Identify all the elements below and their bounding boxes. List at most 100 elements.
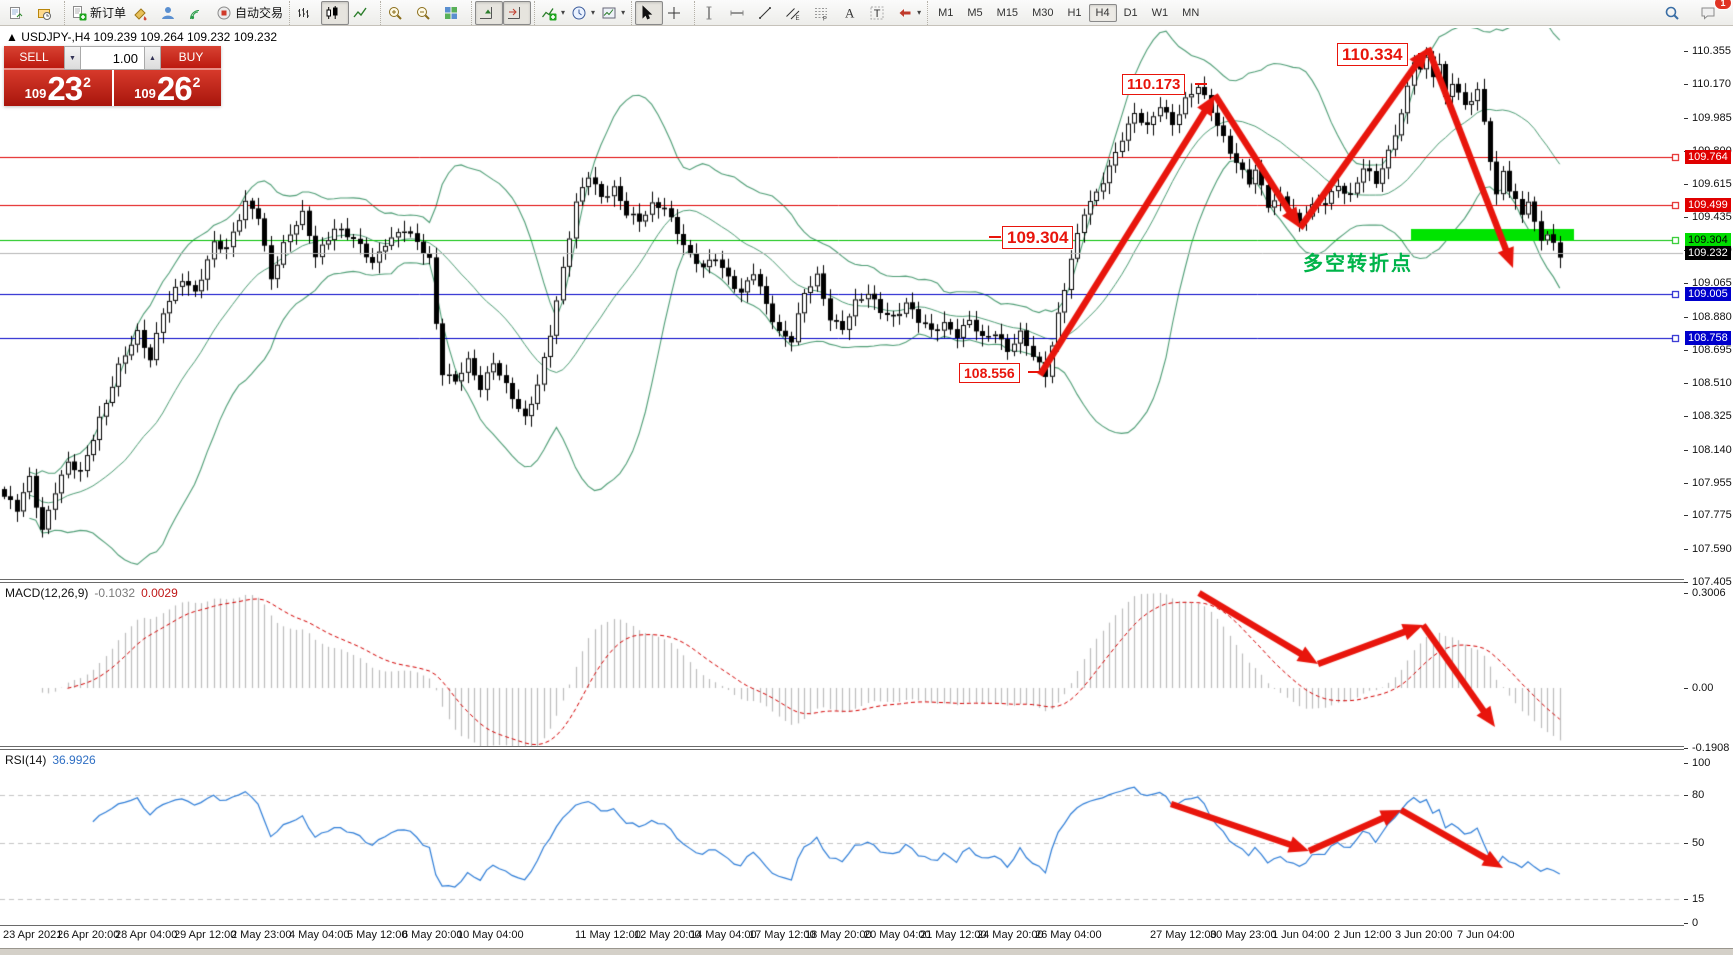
- volume-decrease-button[interactable]: ▼: [64, 46, 81, 70]
- toolbar-group: [289, 1, 380, 25]
- price-tick-mark: [1684, 483, 1688, 484]
- candlestick-chart-button[interactable]: [321, 1, 349, 25]
- dropdown-caret-icon[interactable]: ▾: [621, 8, 625, 17]
- timeframe-h1-button[interactable]: H1: [1060, 4, 1088, 22]
- time-tick-label: 4 May 04:00: [289, 929, 350, 941]
- annotation-price-label[interactable]: 110.334: [1337, 43, 1408, 66]
- macd-axis-label: 0.3006: [1692, 587, 1726, 599]
- auto-scroll-button[interactable]: [475, 1, 503, 25]
- timeframe-w1-button[interactable]: W1: [1145, 4, 1176, 22]
- expand-icon[interactable]: ▲: [6, 30, 18, 44]
- text-button[interactable]: A: [838, 1, 866, 25]
- timeframe-mn-button[interactable]: MN: [1175, 4, 1206, 22]
- timeframe-m5-button[interactable]: M5: [960, 4, 989, 22]
- profiles-icon: [36, 5, 52, 21]
- toolbar-group: [2, 1, 64, 25]
- styler-button[interactable]: [129, 1, 157, 25]
- price-tick-label: 107.775: [1692, 509, 1732, 521]
- panel-separator: [0, 925, 1733, 926]
- volume-increase-button[interactable]: ▲: [144, 46, 161, 70]
- macd-axis-label: 0.00: [1692, 682, 1713, 694]
- macd-axis-label: -0.1908: [1692, 742, 1729, 754]
- price-tick-label: 110.355: [1692, 45, 1731, 57]
- hline-price-label: 109.764: [1685, 150, 1731, 164]
- status-bar: [0, 948, 1733, 955]
- buy-price-button[interactable]: 109 26 2: [114, 70, 222, 106]
- volume-input[interactable]: 1.00: [81, 46, 144, 70]
- svg-text:T: T: [874, 8, 881, 20]
- chart-shift-button[interactable]: [503, 1, 531, 25]
- toolbar-group: [380, 1, 471, 25]
- sell-button[interactable]: SELL: [4, 46, 64, 70]
- rsi-value: 36.9926: [52, 753, 95, 767]
- panel-separator[interactable]: [0, 582, 1733, 583]
- annotation-price-label[interactable]: 108.556: [959, 363, 1020, 383]
- annotation-price-label[interactable]: 109.304: [1002, 226, 1073, 249]
- main-price-chart[interactable]: [0, 28, 1684, 579]
- timeframe-m1-button[interactable]: M1: [931, 4, 960, 22]
- periods-button[interactable]: ▾: [568, 1, 598, 25]
- templates-button[interactable]: ▾: [598, 1, 628, 25]
- price-tick-mark: [1684, 450, 1688, 451]
- hline-price-label: 108.758: [1685, 331, 1731, 345]
- timeframe-d1-button[interactable]: D1: [1117, 4, 1145, 22]
- trendline-button[interactable]: [754, 1, 782, 25]
- autotrading-button[interactable]: 自动交易: [213, 1, 286, 25]
- annotation-price-label[interactable]: 110.173: [1122, 74, 1185, 95]
- zoom-out-button[interactable]: [412, 1, 440, 25]
- crosshair-button[interactable]: [663, 1, 691, 25]
- annotation-connector: [1195, 83, 1207, 85]
- hline-price-label: 109.499: [1685, 198, 1731, 212]
- price-tick-mark: [1684, 582, 1688, 583]
- bar-chart-button[interactable]: [293, 1, 321, 25]
- ohlc-low: 109.232: [187, 30, 230, 44]
- time-tick-label: 5 May 12:00: [347, 929, 408, 941]
- dropdown-caret-icon[interactable]: ▾: [591, 8, 595, 17]
- profiles-button[interactable]: [33, 1, 61, 25]
- rsi-title: RSI(14): [5, 753, 46, 767]
- search-button[interactable]: [1661, 1, 1689, 25]
- cursor-button[interactable]: [635, 1, 663, 25]
- sell-price-prefix: 109: [25, 86, 47, 101]
- timeframe-m15-button[interactable]: M15: [990, 4, 1025, 22]
- fibonacci-button[interactable]: F: [810, 1, 838, 25]
- mt4-application: 新订单自动交易▾▾▾EFAT▾ M1M5M15M30H1H4D1W1MN 1 ▲…: [0, 0, 1733, 955]
- toolbar-group: 新订单 自动交易: [64, 1, 289, 25]
- zoom-in-button[interactable]: [384, 1, 412, 25]
- sell-price-button[interactable]: 109 23 2: [4, 70, 112, 106]
- rsi-label: RSI(14) 36.9926: [5, 753, 96, 767]
- timeframe-m30-button[interactable]: M30: [1025, 4, 1060, 22]
- buy-price-prefix: 109: [134, 86, 156, 101]
- rsi-indicator-panel[interactable]: [0, 750, 1684, 925]
- signals-button[interactable]: [185, 1, 213, 25]
- time-tick-label: 18 May 20:00: [805, 929, 872, 941]
- panel-separator[interactable]: [0, 746, 1733, 747]
- tile-windows-button[interactable]: [440, 1, 468, 25]
- vline-icon: [701, 5, 717, 21]
- panel-separator[interactable]: [0, 579, 1733, 580]
- equidistant-channel-button[interactable]: E: [782, 1, 810, 25]
- new-chart-button[interactable]: [5, 1, 33, 25]
- newchart-icon: [8, 5, 24, 21]
- dropdown-caret-icon[interactable]: ▾: [561, 8, 565, 17]
- symbol-period-label: USDJPY-,H4: [21, 30, 90, 44]
- dropdown-caret-icon[interactable]: ▾: [917, 8, 921, 17]
- new-order-button[interactable]: 新订单: [68, 1, 129, 25]
- macd-indicator-panel[interactable]: [0, 583, 1684, 747]
- timeframe-h4-button[interactable]: H4: [1089, 4, 1117, 22]
- panel-separator[interactable]: [0, 749, 1733, 750]
- vertical-line-button[interactable]: [698, 1, 726, 25]
- indicators-button[interactable]: ▾: [538, 1, 568, 25]
- line-chart-button[interactable]: [349, 1, 377, 25]
- text-label-button[interactable]: T: [866, 1, 894, 25]
- tile-icon: [443, 5, 459, 21]
- chart-title-bar: ▲ USDJPY-,H4 109.239 109.264 109.232 109…: [6, 30, 277, 44]
- autotrade-icon: [216, 5, 232, 21]
- signals-icon: [188, 5, 204, 21]
- community-button[interactable]: [157, 1, 185, 25]
- buy-button[interactable]: BUY: [161, 46, 221, 70]
- turning-point-note[interactable]: 多空转折点: [1303, 247, 1413, 276]
- arrows-button[interactable]: ▾: [894, 1, 924, 25]
- horizontal-line-button[interactable]: [726, 1, 754, 25]
- price-tick-mark: [1684, 217, 1688, 218]
